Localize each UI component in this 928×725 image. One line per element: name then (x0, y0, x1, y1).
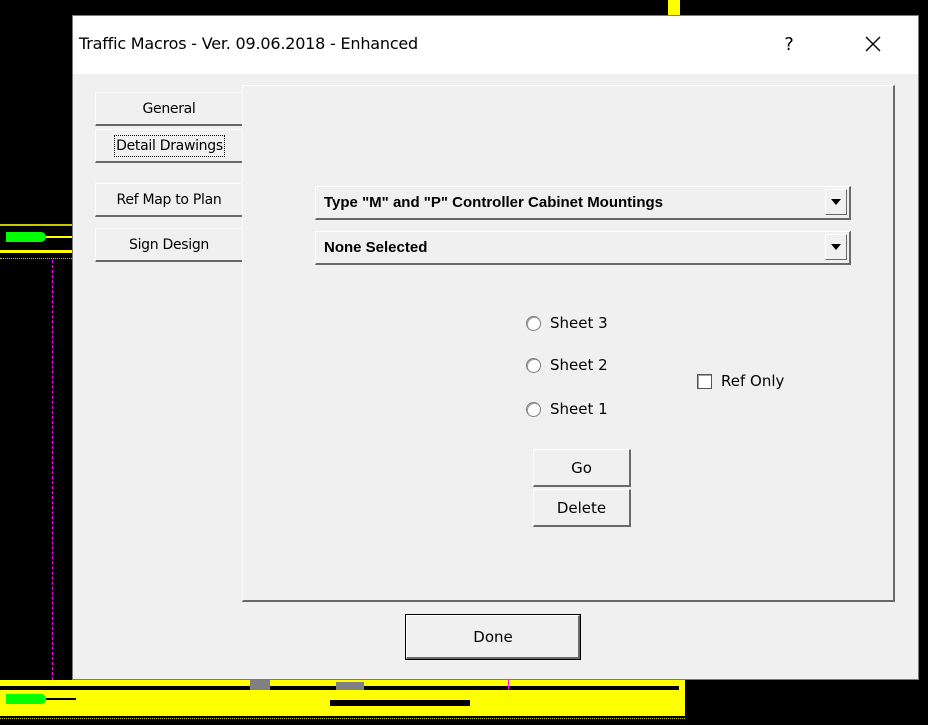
radio-label: Sheet 2 (550, 356, 608, 374)
tab-label: Sign Design (128, 236, 210, 253)
close-button[interactable] (851, 26, 895, 62)
window-title: Traffic Macros - Ver. 09.06.2018 - Enhan… (79, 34, 419, 53)
tab-label: Detail Drawings (114, 134, 225, 157)
tab-label: General (142, 100, 196, 117)
cad-line (46, 236, 72, 238)
tab-sign-design[interactable]: Sign Design (95, 228, 243, 262)
chevron-down-icon (831, 244, 841, 250)
tab-detail-drawings[interactable]: Detail Drawings (95, 129, 243, 163)
chevron-down-icon (831, 199, 841, 205)
radio-label: Sheet 3 (550, 314, 608, 332)
cad-line (0, 258, 72, 260)
cad-line (0, 224, 72, 226)
radio-circle[interactable] (526, 315, 541, 331)
cad-line (52, 260, 54, 680)
help-button[interactable]: ? (767, 26, 811, 62)
ref-only-checkbox[interactable]: Ref Only (697, 372, 784, 390)
cad-line (330, 700, 470, 706)
checkbox-box[interactable] (697, 373, 712, 389)
radio-sheet-2[interactable]: Sheet 2 (526, 356, 608, 374)
cad-line (250, 680, 270, 690)
dropdown-arrow-button[interactable] (825, 189, 847, 215)
drawing-subtype-select[interactable]: None Selected (315, 231, 851, 265)
go-button[interactable]: Go (533, 449, 631, 487)
radio-circle[interactable] (526, 401, 541, 417)
cad-line (668, 0, 680, 16)
cad-line (0, 718, 685, 720)
cad-line (336, 682, 364, 690)
done-label: Done (473, 628, 513, 646)
cad-line (46, 698, 76, 700)
cad-line (0, 250, 72, 253)
traffic-macros-dialog: Traffic Macros - Ver. 09.06.2018 - Enhan… (72, 15, 919, 680)
radio-label: Sheet 1 (550, 400, 608, 418)
drawing-type-value: Type "M" and "P" Controller Cabinet Moun… (324, 194, 664, 211)
tab-general[interactable]: General (95, 92, 243, 126)
tab-label: Ref Map to Plan (116, 191, 222, 208)
detail-drawings-panel: Type "M" and "P" Controller Cabinet Moun… (242, 85, 895, 602)
delete-button[interactable]: Delete (533, 489, 631, 527)
done-button[interactable]: Done (405, 614, 581, 660)
dropdown-arrow-button[interactable] (825, 234, 847, 260)
radio-sheet-1[interactable]: Sheet 1 (526, 400, 608, 418)
close-icon (865, 36, 881, 52)
cad-line (679, 680, 685, 716)
checkbox-label: Ref Only (721, 372, 785, 390)
tab-ref-map-to-plan[interactable]: Ref Map to Plan (95, 183, 243, 217)
title-bar: Traffic Macros - Ver. 09.06.2018 - Enhan… (73, 16, 918, 74)
radio-sheet-3[interactable]: Sheet 3 (526, 314, 608, 332)
radio-circle[interactable] (526, 357, 541, 373)
cad-arrow (6, 694, 46, 704)
cad-line (508, 680, 509, 690)
cad-arrow (6, 232, 46, 242)
drawing-type-select[interactable]: Type "M" and "P" Controller Cabinet Moun… (315, 186, 851, 220)
drawing-subtype-value: None Selected (324, 239, 428, 256)
